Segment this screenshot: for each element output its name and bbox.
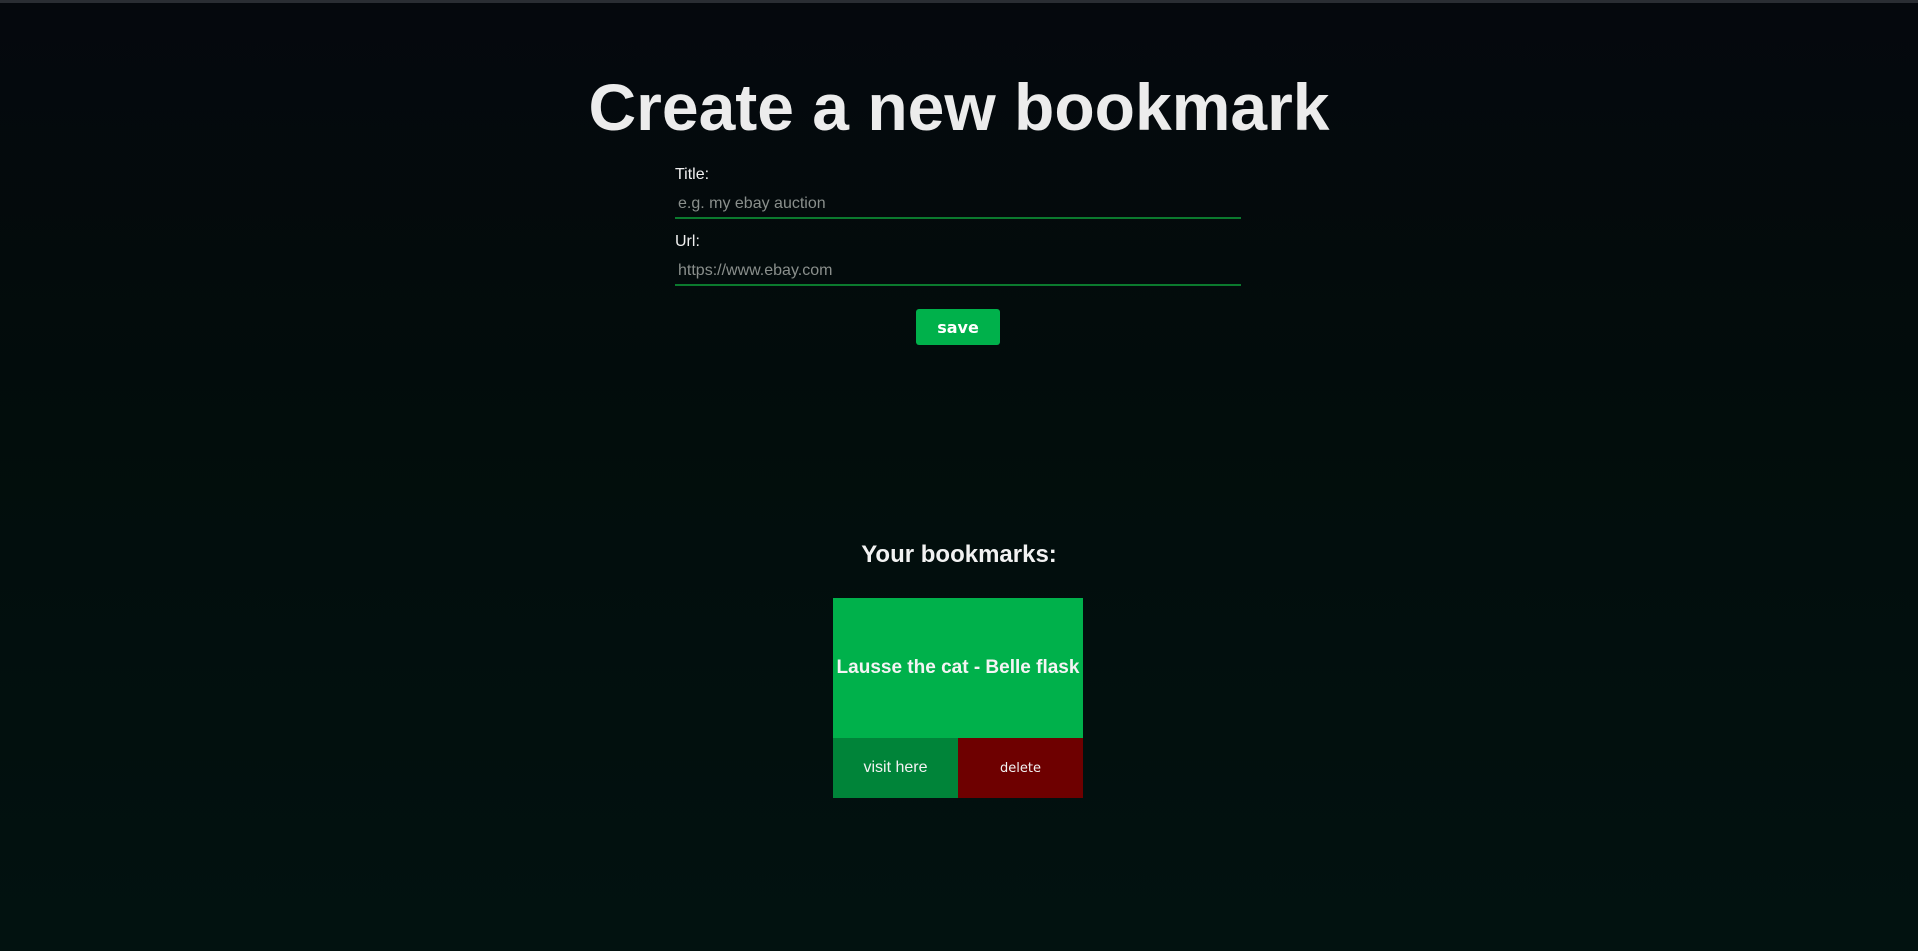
bookmarks-heading: Your bookmarks: [861, 541, 1057, 568]
title-label: Title: [675, 166, 710, 183]
window-top-border [0, 0, 1918, 3]
bookmark-title: Lausse the cat - Belle flask [833, 598, 1083, 738]
title-input[interactable] [675, 191, 1241, 219]
save-button[interactable]: save [916, 309, 1000, 345]
url-label: Url: [675, 233, 700, 250]
page-title: Create a new bookmark [588, 70, 1330, 144]
delete-button[interactable]: delete [958, 738, 1083, 798]
url-input[interactable] [675, 258, 1241, 286]
bookmark-form: Title: Url: [675, 164, 1241, 298]
visit-link[interactable]: visit here [833, 738, 958, 798]
bookmark-card: Lausse the cat - Belle flask visit here … [833, 598, 1083, 798]
bookmark-actions: visit here delete [833, 738, 1083, 798]
